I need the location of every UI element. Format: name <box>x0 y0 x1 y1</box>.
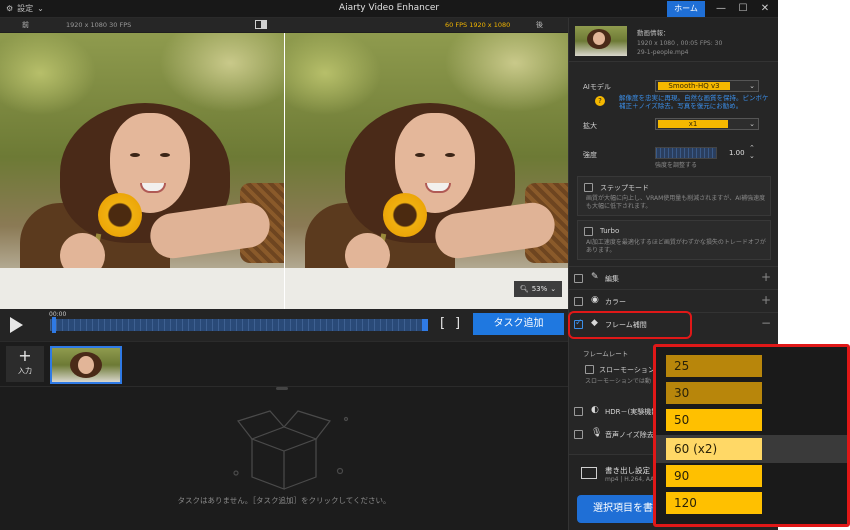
play-icon[interactable] <box>10 317 23 333</box>
strength-slider[interactable] <box>655 147 717 159</box>
highlight-frame-interp <box>568 311 692 339</box>
scale-label: 拡大 <box>583 122 597 130</box>
after-info: 60 FPS 1920 x 1080 <box>445 21 511 29</box>
expand-plus-icon[interactable]: + <box>761 270 771 284</box>
video-info: 動画情報： 1920 x 1080 , 00:05 FPS: 30 29-1-p… <box>569 18 779 62</box>
zoom-icon: 🔍︎ <box>519 285 529 293</box>
slow-motion-label: スローモーション <box>599 366 655 374</box>
step-mode-desc: 画質が大幅に向上し、VRAM使用量も削減されますが、AI補強速度も大幅に低下され… <box>586 195 766 210</box>
maximize-icon[interactable]: ☐ <box>733 2 753 16</box>
add-task-button[interactable]: タスク追加 <box>473 313 564 335</box>
color-checkbox[interactable] <box>574 297 583 306</box>
scale-select[interactable]: x1 ⌄ <box>655 118 759 130</box>
hdr-checkbox[interactable] <box>574 407 583 416</box>
export-settings-icon <box>581 467 597 479</box>
empty-task-message: タスクはありません。［タスク追加］をクリックしてください。 <box>177 496 391 505</box>
clip-strip: + 入力 <box>0 341 568 387</box>
turbo-checkbox[interactable] <box>584 227 593 236</box>
fps-option-90[interactable]: 90 <box>666 465 762 487</box>
section-color[interactable]: ◉ カラー + <box>569 289 779 311</box>
step-mode-label: ステップモード <box>600 184 649 192</box>
video-info-thumbnail <box>575 26 627 56</box>
empty-box-icon <box>233 410 349 490</box>
clip-thumbnail[interactable] <box>50 346 122 384</box>
fps-dropdown[interactable]: 25 30 50 60 (x2) 90 120 <box>653 344 850 527</box>
fps-option-30[interactable]: 30 <box>666 382 762 404</box>
step-mode-card: ステップモード 画質が大幅に向上し、VRAM使用量も削減されますが、AI補強速度… <box>577 176 771 216</box>
trim-end-handle[interactable] <box>422 319 428 331</box>
turbo-desc: AI加工速度を最適化するほど画質がわずかな損失のトレードオフがあります。 <box>586 239 766 254</box>
mark-in-icon[interactable]: [ <box>440 316 445 331</box>
strength-hint: 強度を調整する <box>655 162 698 169</box>
home-button[interactable]: ホーム <box>667 1 705 17</box>
video-preview[interactable] <box>0 33 568 309</box>
chevron-down-icon: ⌄ <box>550 285 557 293</box>
section-denoise-label: 音声ノイズ除去 <box>605 431 654 439</box>
preview-after <box>285 33 568 309</box>
video-info-specs: 1920 x 1080 , 00:05 FPS: 30 <box>637 40 723 47</box>
microphone-icon: 🎙︎ <box>591 428 603 438</box>
app-title: Aiarty Video Enhancer <box>338 3 440 13</box>
expand-plus-icon[interactable]: + <box>761 293 771 307</box>
section-color-label: カラー <box>605 298 626 306</box>
fps-option-120[interactable]: 120 <box>666 492 762 514</box>
turbo-card: Turbo AI加工速度を最適化するほど画質がわずかな損失のトレードオフがありま… <box>577 220 771 260</box>
add-input-label: 入力 <box>18 367 32 375</box>
section-edit-label: 編集 <box>605 275 619 283</box>
task-list-area: タスクはありません。［タスク追加］をクリックしてください。 <box>0 387 568 530</box>
collapse-minus-icon[interactable]: − <box>761 316 771 330</box>
video-info-filename: 29-1-people.mp4 <box>637 49 689 56</box>
before-info: 1920 x 1080 30 FPS <box>66 21 132 29</box>
add-input-button[interactable]: + 入力 <box>6 346 44 382</box>
export-format[interactable]: mp4 | H.264, AA <box>605 476 654 483</box>
ai-model-hint: 解像度を忠実に再現。自然な画質を保持。ピンボケ補正＋ノイズ除去。写真を復元にお勧… <box>619 94 769 110</box>
edit-icon: ✎ <box>591 272 599 282</box>
panel-splitter[interactable] <box>276 387 288 390</box>
help-icon[interactable]: ? <box>595 96 605 106</box>
turbo-label: Turbo <box>600 227 620 235</box>
split-divider[interactable] <box>284 33 285 309</box>
hdr-icon: ◐ <box>591 405 599 415</box>
before-label: 前 <box>22 21 29 29</box>
compare-header: 前 1920 x 1080 30 FPS 60 FPS 1920 x 1080 … <box>0 18 568 32</box>
zoom-value: 53% <box>531 285 548 293</box>
playback-bar: 00:00 [ ] タスク追加 <box>0 309 568 341</box>
ai-model-select[interactable]: Smooth-HQ v3 ⌄ <box>655 80 759 92</box>
ai-model-label: AIモデル <box>583 83 611 91</box>
step-mode-checkbox[interactable] <box>584 183 593 192</box>
title-bar: ⚙ 設定 ⌄ Aiarty Video Enhancer ホーム — ☐ ✕ <box>0 0 778 18</box>
strength-value[interactable]: 1.00 <box>729 149 745 157</box>
section-edit[interactable]: ✎ 編集 + <box>569 266 779 288</box>
mark-out-icon[interactable]: ] <box>455 316 460 331</box>
strength-label: 強度 <box>583 151 597 159</box>
video-info-title: 動画情報： <box>637 29 670 37</box>
close-icon[interactable]: ✕ <box>755 2 775 16</box>
chevron-down-icon: ⌄ <box>749 82 755 90</box>
denoise-checkbox[interactable] <box>574 430 583 439</box>
trim-start-handle[interactable] <box>52 317 56 333</box>
minimize-icon[interactable]: — <box>711 2 731 16</box>
zoom-control[interactable]: 🔍︎ 53% ⌄ <box>514 281 562 297</box>
timeline-track[interactable] <box>50 319 428 331</box>
edit-checkbox[interactable] <box>574 274 583 283</box>
chevron-down-icon: ⌄ <box>749 120 755 128</box>
fps-option-60[interactable]: 60 (x2) <box>666 438 762 460</box>
after-label: 後 <box>536 21 543 29</box>
export-settings-title: 書き出し設定 <box>605 466 650 475</box>
split-view-icon[interactable] <box>255 20 267 29</box>
slow-motion-checkbox[interactable] <box>585 365 594 374</box>
scale-value: x1 <box>658 120 728 128</box>
stepper-icon[interactable]: ⌃ ⌄ <box>749 144 755 160</box>
preview-before <box>0 33 284 309</box>
fps-option-50[interactable]: 50 <box>666 409 762 431</box>
slow-motion-desc: スローモーションでは動 <box>585 378 651 385</box>
frame-rate-label: フレームレート <box>583 350 629 358</box>
ai-model-value: Smooth-HQ v3 <box>658 82 730 90</box>
fps-option-25[interactable]: 25 <box>666 355 762 377</box>
palette-icon: ◉ <box>591 295 599 305</box>
plus-icon: + <box>18 346 32 365</box>
